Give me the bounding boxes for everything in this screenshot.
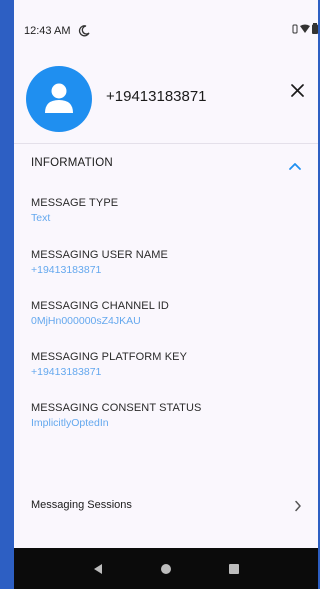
field-messaging-user-name: MESSAGING USER NAME +19413183871: [31, 249, 301, 276]
field-messaging-channel-id: MESSAGING CHANNEL ID 0MjHn000000sZ4JKAU: [31, 300, 301, 327]
status-bar: 12:43 AM: [14, 0, 318, 58]
phone-screen: 12:43 AM +19413183871 INFORMATION MESSAG…: [14, 0, 318, 589]
divider: [14, 143, 318, 144]
field-value: Text: [31, 212, 51, 224]
battery-icon: [312, 23, 318, 37]
information-section-toggle[interactable]: INFORMATION: [14, 150, 318, 178]
navigation-bar: [14, 548, 318, 589]
field-label: MESSAGING CHANNEL ID: [31, 300, 169, 312]
chevron-right-icon: [294, 499, 302, 512]
field-label: MESSAGING USER NAME: [31, 249, 168, 261]
person-icon: [41, 79, 77, 120]
moon-icon: [78, 25, 91, 40]
close-icon: [290, 84, 304, 102]
section-title: INFORMATION: [31, 157, 113, 169]
wifi-icon: [300, 24, 310, 36]
chevron-up-icon: [288, 158, 302, 170]
field-value: +19413183871: [31, 264, 102, 276]
field-label: MESSAGE TYPE: [31, 197, 119, 209]
status-time: 12:43 AM: [24, 25, 71, 37]
field-message-type: MESSAGE TYPE Text: [31, 197, 301, 224]
recents-icon[interactable]: [222, 557, 246, 581]
messaging-sessions-row[interactable]: Messaging Sessions: [14, 488, 318, 522]
field-messaging-consent-status: MESSAGING CONSENT STATUS ImplicitlyOpted…: [31, 402, 301, 429]
home-icon[interactable]: [154, 557, 178, 581]
contact-header: +19413183871: [14, 66, 318, 142]
field-messaging-platform-key: MESSAGING PLATFORM KEY +19413183871: [31, 351, 301, 378]
field-label: MESSAGING CONSENT STATUS: [31, 402, 202, 414]
messaging-sessions-label: Messaging Sessions: [31, 499, 132, 511]
back-icon[interactable]: [86, 557, 110, 581]
status-icons: [292, 23, 318, 37]
close-button[interactable]: [286, 82, 308, 104]
contact-name: +19413183871: [106, 88, 207, 105]
avatar: [26, 66, 92, 132]
vibrate-icon: [292, 24, 298, 37]
field-label: MESSAGING PLATFORM KEY: [31, 351, 188, 363]
field-value: ImplicitlyOptedIn: [31, 417, 109, 429]
field-value: +19413183871: [31, 366, 102, 378]
field-value: 0MjHn000000sZ4JKAU: [31, 315, 141, 327]
